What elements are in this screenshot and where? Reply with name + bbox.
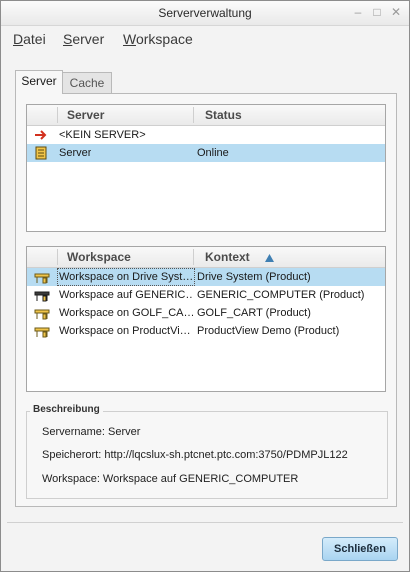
column-separator bbox=[57, 107, 58, 123]
workspace-row[interactable]: Workspace on ProductVi… ProductView Demo… bbox=[27, 322, 385, 340]
workspace-icon bbox=[34, 270, 50, 284]
server-status-cell: Online bbox=[197, 147, 229, 159]
footer-separator bbox=[7, 522, 403, 523]
workspace-name-cell: Workspace on Drive Syst… bbox=[59, 271, 193, 283]
menu-workspace-mnemonic: W bbox=[123, 31, 136, 47]
workspace-name-cell: Workspace on GOLF_CA… bbox=[59, 307, 193, 319]
server-table[interactable]: Server Status <KEIN SERVER> Server Onlin… bbox=[26, 104, 386, 232]
server-row-selected[interactable]: Server Online bbox=[27, 144, 385, 162]
description-workspace: Workspace: Workspace auf GENERIC_COMPUTE… bbox=[42, 473, 299, 485]
column-separator bbox=[193, 249, 194, 265]
workspace-icon bbox=[34, 324, 50, 338]
workspace-row[interactable]: Workspace on GOLF_CA… GOLF_CART (Product… bbox=[27, 304, 385, 322]
menu-bar: Datei Server Workspace bbox=[1, 26, 409, 53]
maximize-icon[interactable]: □ bbox=[370, 5, 384, 19]
server-row[interactable]: <KEIN SERVER> bbox=[27, 126, 385, 144]
server-tab-panel: Server Status <KEIN SERVER> Server Onlin… bbox=[15, 93, 397, 507]
red-arrow-icon bbox=[34, 128, 48, 142]
window-title: Serververwaltung bbox=[158, 6, 252, 20]
server-name-cell: <KEIN SERVER> bbox=[59, 129, 146, 141]
column-separator bbox=[193, 107, 194, 123]
workspace-table-header: Workspace Kontext bbox=[27, 247, 385, 268]
server-table-header: Server Status bbox=[27, 105, 385, 126]
server-name-cell: Server bbox=[59, 147, 92, 159]
server-icon bbox=[34, 146, 48, 160]
column-separator bbox=[57, 249, 58, 265]
menu-datei[interactable]: Datei bbox=[13, 31, 46, 47]
workspace-row-selected[interactable]: Workspace on Drive Syst… Drive System (P… bbox=[27, 268, 385, 286]
close-icon[interactable]: ✕ bbox=[389, 5, 403, 19]
title-bar[interactable]: Serververwaltung – □ ✕ bbox=[1, 1, 409, 26]
menu-server-label: erver bbox=[72, 31, 105, 47]
workspace-name-cell: Workspace auf GENERIC… bbox=[59, 289, 193, 301]
column-header-kontext[interactable]: Kontext bbox=[205, 247, 250, 267]
menu-server[interactable]: Server bbox=[63, 31, 104, 47]
workspace-context-cell: ProductView Demo (Product) bbox=[197, 325, 340, 337]
column-header-workspace[interactable]: Workspace bbox=[67, 247, 131, 267]
menu-datei-label: atei bbox=[23, 31, 46, 47]
column-header-server[interactable]: Server bbox=[67, 105, 104, 125]
workspace-context-cell: GOLF_CART (Product) bbox=[197, 307, 311, 319]
workspace-icon bbox=[34, 306, 50, 320]
workspace-table[interactable]: Workspace Kontext Workspace on Drive Sys… bbox=[26, 246, 386, 392]
menu-workspace[interactable]: Workspace bbox=[123, 31, 193, 47]
workspace-dark-icon bbox=[34, 288, 50, 302]
tab-server[interactable]: Server bbox=[15, 70, 63, 94]
menu-workspace-label: orkspace bbox=[135, 31, 193, 47]
workspace-context-cell: GENERIC_COMPUTER (Product) bbox=[197, 289, 365, 301]
workspace-row[interactable]: Workspace auf GENERIC… GENERIC_COMPUTER … bbox=[27, 286, 385, 304]
menu-datei-mnemonic: D bbox=[13, 31, 24, 47]
minimize-icon[interactable]: – bbox=[351, 5, 365, 19]
description-servername: Servername: Server bbox=[42, 426, 141, 438]
close-button[interactable]: Schließen bbox=[322, 537, 398, 561]
workspace-name-cell: Workspace on ProductVi… bbox=[59, 325, 191, 337]
menu-server-mnemonic: S bbox=[63, 31, 73, 47]
server-management-window: Serververwaltung – □ ✕ Datei Server Work… bbox=[0, 0, 410, 572]
workspace-context-cell: Drive System (Product) bbox=[197, 271, 311, 283]
sort-ascending-icon bbox=[265, 253, 274, 265]
column-header-status[interactable]: Status bbox=[205, 105, 242, 125]
description-legend: Beschreibung bbox=[30, 404, 103, 415]
description-speicherort: Speicherort: http://lqcslux-sh.ptcnet.pt… bbox=[42, 449, 348, 461]
tab-cache[interactable]: Cache bbox=[62, 72, 112, 93]
